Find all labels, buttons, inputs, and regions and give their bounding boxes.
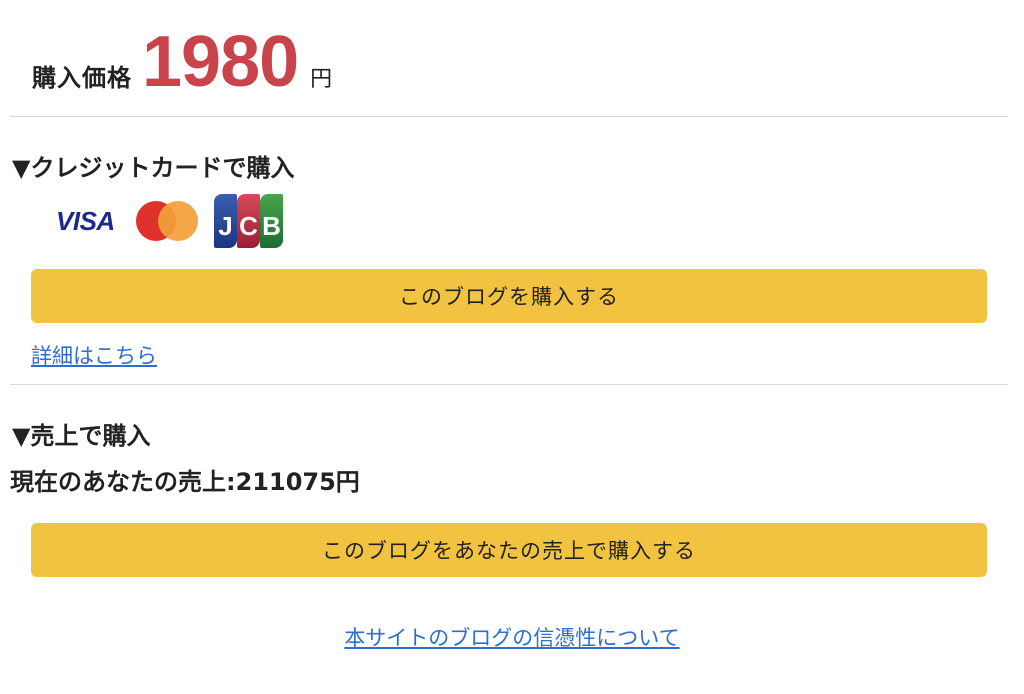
buy-with-sales-button[interactable]: このブログをあなたの売上で購入する — [31, 523, 987, 577]
buy-with-card-button[interactable]: このブログを購入する — [31, 269, 987, 323]
price-amount: 1980 — [142, 22, 299, 102]
jcb-icon: J C B — [214, 194, 283, 248]
price-unit: 円 — [310, 67, 333, 92]
current-sales-text: 現在のあなたの売上:211075円 — [10, 468, 360, 496]
price-row: 購入価格 1980 円 — [32, 22, 332, 102]
divider — [10, 116, 1008, 117]
mastercard-icon — [136, 199, 202, 243]
visa-icon: VISA — [56, 205, 115, 236]
details-link[interactable]: 詳細はこちら — [31, 340, 157, 370]
credit-card-heading: ▼クレジットカードで購入 — [12, 154, 295, 182]
price-label: 購入価格 — [32, 64, 132, 92]
divider — [10, 384, 1008, 385]
sales-heading: ▼売上で購入 — [12, 422, 151, 450]
purchase-panel: 購入価格 1980 円 ▼クレジットカードで購入 VISA J C B このブロ… — [0, 0, 1024, 694]
jcb-b: B — [260, 194, 283, 248]
card-brands: VISA J C B — [56, 194, 283, 248]
jcb-j: J — [214, 194, 237, 248]
jcb-c: C — [237, 194, 260, 248]
trust-info-link[interactable]: 本サイトのブログの信憑性について — [0, 622, 1024, 652]
